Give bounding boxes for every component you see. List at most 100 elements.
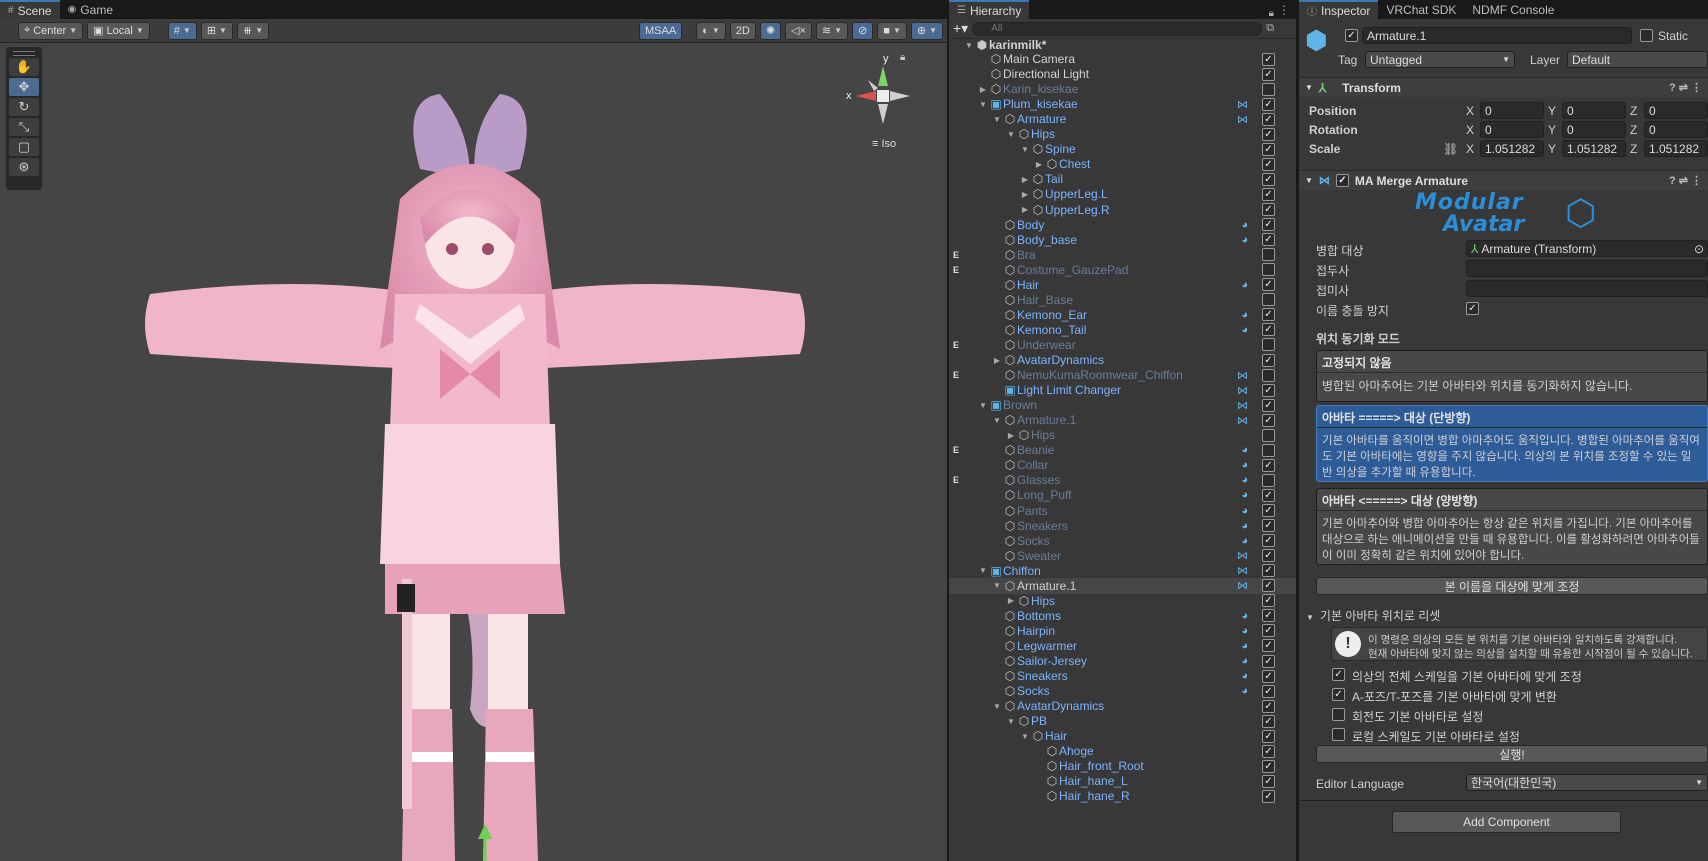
hierarchy-row[interactable]: ▶ ⬡ AvatarDynamics ✓ [949, 352, 1296, 368]
scale-tool-icon[interactable]: ⤡ [9, 118, 39, 136]
axis-y-label[interactable]: Y [1548, 104, 1556, 118]
transform-tool-icon[interactable]: ⊛ [9, 158, 39, 176]
reset-option-checkbox[interactable]: ✓ [1332, 668, 1345, 681]
active-toggle-checkbox[interactable]: ✓ [1262, 504, 1275, 517]
chevron-down-icon[interactable]: ▼ [977, 566, 989, 575]
chevron-down-icon[interactable]: ▼ [1005, 717, 1017, 726]
active-toggle-checkbox[interactable] [1262, 473, 1275, 487]
hierarchy-row[interactable]: ⬡ Sneakers ◕ ✓ [949, 668, 1296, 684]
active-toggle-checkbox[interactable]: ✓ [1262, 624, 1275, 638]
chevron-right-icon[interactable]: ▶ [1019, 205, 1031, 214]
audio-toggle[interactable]: ◁× [785, 21, 812, 40]
gizmos-dropdown[interactable]: ⊕ ▼ [910, 21, 943, 40]
hierarchy-row[interactable]: ▼ ⬡ Armature.1 ⋈ ✓ [949, 412, 1296, 428]
active-toggle-checkbox[interactable] [1262, 263, 1275, 277]
active-toggle-checkbox[interactable]: ✓ [1262, 519, 1275, 533]
orientation-gizmo[interactable]: y x 🔒︎ ≡ Iso [846, 52, 918, 150]
hierarchy-row[interactable]: ⬡ Socks ◕ ✓ [949, 533, 1296, 549]
ruler-button[interactable]: ⧻ ▼ [236, 21, 270, 40]
chevron-down-icon[interactable]: ▼ [1005, 130, 1017, 139]
toggle-2d-button[interactable]: 2D [729, 21, 756, 40]
active-toggle-checkbox[interactable]: ✓ [1262, 203, 1275, 216]
chevron-right-icon[interactable]: ▶ [1005, 596, 1017, 605]
chevron-down-icon[interactable]: ▼ [991, 581, 1003, 590]
active-toggle-checkbox[interactable]: ✓ [1262, 609, 1275, 623]
hierarchy-row[interactable]: ▼ ⬡ Spine ✓ [949, 141, 1296, 157]
tab-ndmf-console[interactable]: NDMF Console [1464, 0, 1562, 19]
visibility-toggle[interactable]: ⊘ [852, 21, 874, 40]
hierarchy-search-input[interactable]: All [972, 21, 1263, 36]
mode-two-way[interactable]: 아바타 <=====> 대상 (양방향) 기본 아마추어와 병합 아마추어는 항… [1316, 488, 1708, 565]
scale-z-field[interactable]: 1.051282 [1644, 140, 1708, 157]
axis-y-label[interactable]: Y [1548, 142, 1556, 156]
active-toggle-checkbox[interactable]: ✓ [1262, 654, 1275, 668]
hierarchy-row[interactable]: ▼ ⬡ AvatarDynamics ✓ [949, 698, 1296, 714]
hierarchy-row[interactable]: ⬡ Beanie E ◕ [949, 442, 1296, 458]
lighting-toggle[interactable]: ✺ [759, 21, 782, 40]
active-toggle-checkbox[interactable]: ✓ [1262, 97, 1275, 111]
hierarchy-row[interactable]: ▣ Light Limit Changer ⋈ ✓ [949, 382, 1296, 398]
active-toggle-checkbox[interactable]: ✓ [1262, 172, 1275, 186]
object-picker-icon[interactable]: ⊙ [1694, 242, 1707, 256]
active-toggle-checkbox[interactable]: ✓ [1262, 549, 1275, 563]
chevron-down-icon[interactable]: ▼ [977, 401, 989, 410]
axis-x-label[interactable]: X [1466, 142, 1474, 156]
scale-x-field[interactable]: 1.051282 [1480, 140, 1544, 157]
hierarchy-row[interactable]: ⬡ Legwarmer ◕ ✓ [949, 638, 1296, 654]
hierarchy-row[interactable]: ⬡ Ahoge ✓ [949, 743, 1296, 759]
hierarchy-row[interactable]: ⬡ Directional Light ✓ [949, 66, 1296, 82]
tab-vrchat-sdk[interactable]: VRChat SDK [1378, 0, 1464, 19]
active-toggle-checkbox[interactable]: ✓ [1262, 233, 1275, 247]
active-toggle-checkbox[interactable]: ✓ [1262, 157, 1275, 171]
active-toggle-checkbox[interactable]: ✓ [1262, 534, 1275, 548]
reset-option-checkbox[interactable] [1332, 708, 1345, 721]
tab-inspector[interactable]: ⓘ Inspector [1299, 0, 1379, 19]
hierarchy-row[interactable]: ⬡ Bottoms ◕ ✓ [949, 608, 1296, 624]
hierarchy-row[interactable]: ⬡ Hair ◕ ✓ [949, 277, 1296, 293]
pivot-dropdown[interactable]: ⌖ Center ▼ [18, 21, 84, 40]
hierarchy-row[interactable]: ▶ ⬡ Hips [949, 427, 1296, 443]
active-toggle-checkbox[interactable]: ✓ [1262, 684, 1275, 698]
chevron-down-icon[interactable]: ▼ [1019, 145, 1031, 154]
object-name-field[interactable]: Armature.1 [1362, 27, 1632, 44]
active-checkbox[interactable]: ✓ [1345, 29, 1358, 42]
active-toggle-checkbox[interactable]: ✓ [1262, 413, 1275, 427]
hierarchy-row[interactable]: ⬡ Sailor-Jersey ◕ ✓ [949, 653, 1296, 669]
adjust-bone-names-button[interactable]: 본 이름을 대상에 맞게 조정 [1316, 577, 1708, 595]
active-toggle-checkbox[interactable]: ✓ [1262, 142, 1275, 156]
active-toggle-checkbox[interactable]: ✓ [1262, 383, 1275, 397]
active-toggle-checkbox[interactable]: ✓ [1262, 564, 1275, 578]
active-toggle-checkbox[interactable] [1262, 338, 1275, 352]
add-dropdown-icon[interactable]: +▾ [953, 20, 968, 37]
mode-not-locked[interactable]: 고정되지 않음 병합된 아마추어는 기본 아바타와 위치를 동기화하지 않습니다… [1316, 350, 1708, 402]
chevron-right-icon[interactable]: ▶ [991, 356, 1003, 365]
hierarchy-row[interactable]: ⬡ Sneakers ◕ ✓ [949, 518, 1296, 534]
hierarchy-row[interactable]: ⬡ Body_base ◕ ✓ [949, 232, 1296, 248]
hierarchy-row[interactable]: ⬡ Bra E [949, 247, 1296, 263]
active-toggle-checkbox[interactable]: ✓ [1262, 353, 1275, 367]
hierarchy-row[interactable]: ⬡ Hair_Base [949, 292, 1296, 308]
scene-visibility-icon[interactable]: ⧉ [1266, 22, 1274, 35]
mode-one-way[interactable]: 아바타 =====> 대상 (단방향) 기본 아바타를 움직이면 병합 아마추어… [1316, 405, 1708, 482]
hierarchy-row[interactable]: ⬡ Costume_GauzePad E [949, 262, 1296, 278]
axis-x-label[interactable]: X [1466, 104, 1474, 118]
camera-dropdown[interactable]: ■ ▼ [877, 21, 907, 40]
hierarchy-row[interactable]: ▶ ⬡ Karin_kisekae [949, 81, 1296, 97]
chevron-right-icon[interactable]: ▶ [1019, 175, 1031, 184]
hierarchy-row[interactable]: ▶ ⬡ Chest ✓ [949, 156, 1296, 172]
hand-tool-icon[interactable]: ✋ [9, 58, 39, 76]
chevron-right-icon[interactable]: ▶ [977, 85, 989, 94]
space-dropdown[interactable]: ▣ Local ▼ [87, 21, 150, 40]
rect-tool-icon[interactable]: ▢ [9, 138, 39, 156]
run-button[interactable]: 실행! [1316, 745, 1708, 763]
active-toggle-checkbox[interactable]: ✓ [1262, 112, 1275, 126]
overlay-drag-handle[interactable] [13, 51, 35, 56]
active-toggle-checkbox[interactable] [1262, 248, 1275, 262]
projection-toggle[interactable]: ≡ Iso [872, 138, 896, 150]
increment-snap-button[interactable]: ⊞ ▼ [200, 21, 233, 40]
active-toggle-checkbox[interactable]: ✓ [1262, 218, 1275, 232]
active-toggle-checkbox[interactable]: ✓ [1262, 789, 1275, 803]
active-toggle-checkbox[interactable]: ✓ [1262, 729, 1275, 743]
reset-option-checkbox[interactable] [1332, 728, 1345, 741]
chevron-down-icon[interactable]: ▼ [991, 702, 1003, 711]
